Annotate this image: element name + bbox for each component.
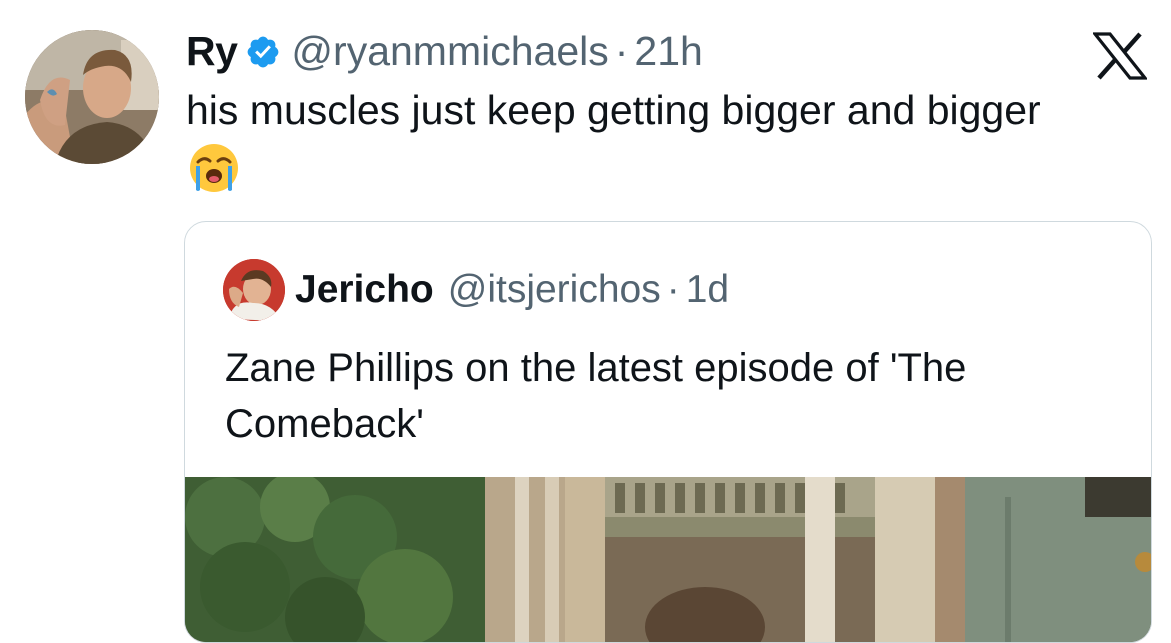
author-avatar[interactable] (25, 30, 159, 164)
quoted-author-avatar[interactable] (223, 259, 285, 321)
loudly-crying-face-emoji (188, 142, 240, 194)
x-logo-icon[interactable] (1091, 32, 1149, 80)
quoted-author-handle[interactable]: @itsjerichos (448, 268, 661, 312)
tweet-header: Ry @ryanmmichaels · 21h (186, 26, 703, 76)
quoted-tweet-media[interactable] (185, 477, 1151, 642)
author-name[interactable]: Ry (186, 28, 238, 75)
separator-dot: · (614, 27, 629, 74)
quoted-author-name[interactable]: Jericho (295, 268, 434, 312)
tweet-text: his muscles just keep getting bigger and… (186, 87, 1041, 133)
verified-badge-icon[interactable] (245, 33, 281, 69)
quoted-tweet-timestamp[interactable]: 1d (686, 268, 729, 312)
author-handle[interactable]: @ryanmmichaels (291, 28, 608, 75)
tweet-timestamp[interactable]: 21h (634, 28, 702, 75)
quoted-separator-dot: · (666, 268, 680, 311)
quoted-tweet-text: Zane Phillips on the latest episode of '… (225, 346, 967, 446)
quoted-tweet-card[interactable]: Jericho @itsjerichos · 1d Zane Phillips … (184, 221, 1152, 643)
quoted-tweet-header: Jericho @itsjerichos · 1d (295, 267, 729, 313)
